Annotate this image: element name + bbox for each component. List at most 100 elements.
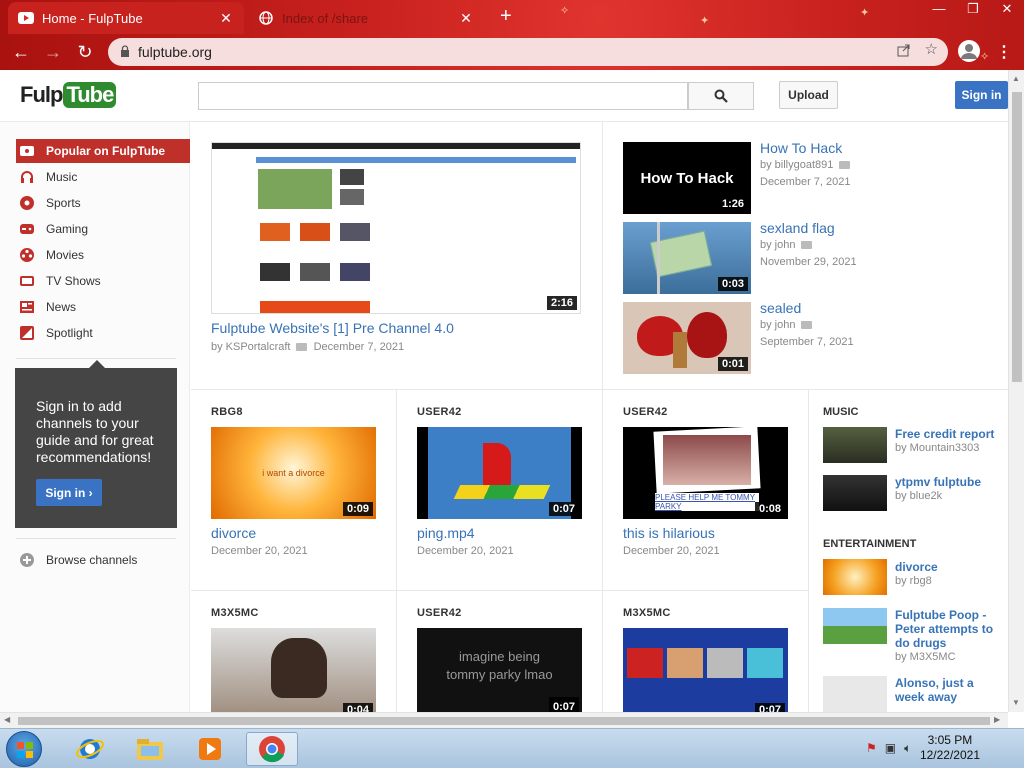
browse-channels-link[interactable]: Browse channels (16, 548, 190, 572)
video-title[interactable]: Alonso, just a week away (895, 676, 1003, 704)
start-button-icon[interactable] (6, 731, 42, 767)
video-thumbnail[interactable] (823, 676, 887, 712)
network-icon[interactable]: ▣ (885, 741, 896, 756)
video-duration: 0:09 (342, 502, 373, 516)
back-icon[interactable]: ← (6, 37, 36, 67)
promo-sign-in-button[interactable]: Sign in › (36, 479, 102, 506)
video-thumbnail[interactable]: imagine being tommy parky lmao 0:07 (417, 628, 582, 712)
guide-item-gaming[interactable]: Gaming (16, 217, 190, 241)
video-title[interactable]: divorce (895, 560, 1003, 574)
scroll-up-icon[interactable]: ▲ (1012, 74, 1020, 83)
video-thumbnail[interactable]: 0:03 (623, 222, 751, 294)
video-thumbnail[interactable] (823, 608, 887, 644)
channel-name[interactable]: USER42 (417, 406, 462, 418)
video-title[interactable]: this is hilarious (623, 525, 715, 541)
video-thumbnail[interactable]: 0:07 (623, 628, 788, 712)
guide-item-sports[interactable]: Sports (16, 191, 190, 215)
grid-divider (191, 590, 808, 591)
browser-tab-index[interactable]: Index of /share ✕ (248, 2, 484, 34)
upload-button[interactable]: Upload (779, 81, 838, 109)
scroll-left-icon[interactable]: ◀ (4, 715, 10, 724)
maximize-icon[interactable]: ❐ (956, 0, 990, 20)
clock[interactable]: 3:05 PM 12/22/2021 (920, 733, 980, 763)
video-title[interactable]: sexland flag (760, 220, 835, 236)
sign-in-button[interactable]: Sign in (955, 81, 1008, 109)
video-meta: by john (760, 319, 813, 331)
video-duration: 2:16 (546, 296, 577, 310)
search-input[interactable] (198, 82, 688, 110)
guide-item-spotlight[interactable]: Spotlight (16, 321, 190, 345)
close-tab-icon[interactable]: ✕ (458, 10, 474, 27)
video-duration: 0:08 (754, 502, 785, 516)
video-title[interactable]: How To Hack (760, 140, 842, 156)
scroll-right-icon[interactable]: ▶ (994, 715, 1000, 724)
vertical-scrollbar[interactable]: ▲ ▼ (1008, 70, 1024, 712)
forward-icon[interactable]: → (38, 37, 68, 67)
video-duration: 0:04 (342, 703, 373, 712)
video-title[interactable]: Free credit report (895, 427, 1003, 441)
verified-icon (801, 321, 813, 330)
scroll-down-icon[interactable]: ▼ (1012, 698, 1020, 707)
verified-icon (801, 241, 813, 250)
masthead: Fulp Tube Upload Sign in (0, 70, 1008, 122)
close-tab-icon[interactable]: ✕ (218, 10, 234, 27)
video-thumbnail[interactable] (823, 427, 887, 463)
video-thumbnail[interactable]: 0:07 (417, 427, 582, 519)
lock-icon (120, 44, 130, 60)
share-icon[interactable] (897, 43, 911, 60)
tab-strip: Home - FulpTube ✕ Index of /share ✕ + — … (0, 0, 1024, 34)
video-date: December 20, 2021 (211, 545, 308, 557)
browser-tab-home[interactable]: Home - FulpTube ✕ (8, 2, 244, 34)
video-title[interactable]: Fulptube Poop - Peter attempts to do dru… (895, 608, 1003, 650)
tab-title: Home - FulpTube (42, 10, 143, 26)
channel-name[interactable]: M3X5MC (623, 607, 671, 619)
video-title[interactable]: ping.mp4 (417, 525, 475, 541)
internet-explorer-icon[interactable] (64, 732, 116, 766)
horizontal-scrollbar[interactable]: ◀ ▶ (0, 712, 1008, 728)
video-thumbnail[interactable] (823, 475, 887, 511)
bookmark-star-icon[interactable]: ☆ (925, 42, 938, 60)
minimize-icon[interactable]: — (922, 0, 956, 20)
channel-name[interactable]: USER42 (623, 406, 668, 418)
new-tab-icon[interactable]: + (500, 6, 512, 26)
browser-menu-icon[interactable]: ⋮ (996, 42, 1012, 62)
video-thumbnail[interactable]: i want a divorce 0:09 (211, 427, 376, 519)
scrollbar-thumb[interactable] (1012, 92, 1022, 382)
channel-name[interactable]: RBG8 (211, 406, 243, 418)
guide-item-news[interactable]: News (16, 295, 190, 319)
video-thumbnail[interactable]: How To Hack 1:26 (623, 142, 751, 214)
featured-video-title[interactable]: Fulptube Website's [1] Pre Channel 4.0 (211, 320, 454, 336)
close-window-icon[interactable]: ✕ (990, 0, 1024, 20)
scrollbar-thumb[interactable] (18, 717, 990, 725)
guide-item-music[interactable]: Music (16, 165, 190, 189)
globe-icon (258, 10, 274, 26)
video-thumbnail[interactable] (823, 559, 887, 595)
channel-name[interactable]: M3X5MC (211, 607, 259, 619)
spotlight-icon (18, 325, 36, 341)
featured-video-thumbnail[interactable]: 2:16 (211, 142, 581, 314)
video-thumbnail[interactable]: 0:04 (211, 628, 376, 712)
media-player-icon[interactable] (184, 732, 236, 766)
grid-divider (602, 122, 603, 389)
ball-icon (18, 195, 36, 211)
fulptube-logo[interactable]: Fulp Tube (20, 82, 117, 108)
chrome-taskbar-icon[interactable] (246, 732, 298, 766)
guide-item-popular[interactable]: Popular on FulpTube (16, 139, 190, 163)
video-thumbnail[interactable]: PLEASE HELP ME TOMMY PARKY 0:08 (623, 427, 788, 519)
video-title[interactable]: divorce (211, 525, 256, 541)
search-button[interactable] (688, 82, 754, 110)
file-explorer-icon[interactable] (124, 732, 176, 766)
video-title[interactable]: ytpmv fulptube (895, 475, 1003, 489)
video-title[interactable]: sealed (760, 300, 801, 316)
guide-item-movies[interactable]: Movies (16, 243, 190, 267)
video-thumbnail[interactable]: 0:01 (623, 302, 751, 374)
guide-item-tv-shows[interactable]: TV Shows (16, 269, 190, 293)
address-bar[interactable]: fulptube.org ☆ (108, 38, 948, 66)
reload-icon[interactable]: ↻ (70, 37, 100, 67)
volume-icon[interactable]: 🔈︎ (904, 741, 911, 756)
action-center-flag-icon[interactable]: ⚑ (866, 741, 877, 756)
profile-avatar-icon[interactable] (958, 40, 980, 62)
channel-name[interactable]: USER42 (417, 607, 462, 619)
video-date: November 29, 2021 (760, 256, 857, 268)
video-date: December 7, 2021 (760, 176, 851, 188)
